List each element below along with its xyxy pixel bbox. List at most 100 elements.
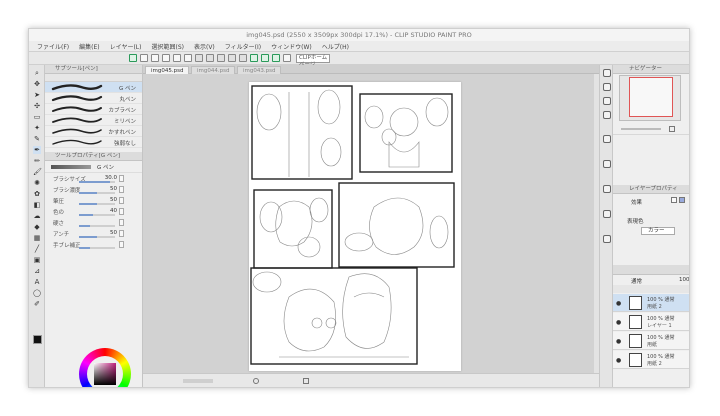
layer-blend-mode[interactable]: 通常	[631, 277, 642, 285]
save-icon[interactable]	[162, 54, 170, 62]
material-icon[interactable]	[603, 69, 611, 77]
property-spinner[interactable]	[119, 186, 124, 193]
operation-tool-icon[interactable]: ➤	[33, 91, 41, 99]
zoom-slider[interactable]	[183, 379, 213, 383]
navigator-icon[interactable]	[603, 135, 611, 143]
snap-ruler-icon[interactable]	[250, 54, 258, 62]
brush-item[interactable]: カブラペン	[45, 104, 142, 115]
tab-img045[interactable]: img045.psd	[145, 66, 190, 74]
property-slider[interactable]	[79, 181, 115, 183]
menu-selection[interactable]: 選択範囲(S)	[151, 42, 184, 51]
open-file-icon[interactable]	[151, 54, 159, 62]
invert-selection-icon[interactable]	[239, 54, 247, 62]
blend-tool-icon[interactable]: ☁	[33, 212, 41, 220]
deselect-icon[interactable]	[228, 54, 236, 62]
tab-img044[interactable]: img044.psd	[191, 66, 236, 74]
menu-filter[interactable]: フィルター(I)	[225, 42, 261, 51]
rotate-icon[interactable]	[303, 378, 309, 384]
layer-row[interactable]: ● 100 % 通常 用紙 2	[613, 294, 689, 312]
brush-item[interactable]: 丸ペン	[45, 93, 142, 104]
layer-opacity[interactable]: 100	[679, 277, 689, 283]
tab-img043[interactable]: img043.psd	[237, 66, 282, 74]
brush-tool-icon[interactable]: 🖌	[33, 168, 42, 176]
history-icon[interactable]	[603, 97, 611, 105]
manga-page[interactable]	[249, 82, 461, 371]
property-spinner[interactable]	[119, 219, 124, 226]
frame-tool-icon[interactable]: ▣	[33, 256, 41, 264]
command-bar: CLIPホームページ	[29, 52, 689, 68]
clear-icon[interactable]	[195, 54, 203, 62]
ruler-tool-icon[interactable]: ⊿	[33, 267, 41, 275]
gradient-tool-icon[interactable]: ▦	[33, 234, 41, 242]
clip-icon[interactable]	[129, 54, 137, 62]
property-slider[interactable]	[79, 203, 115, 205]
selection-tool-icon[interactable]: ▭	[33, 113, 41, 121]
property-slider[interactable]	[79, 192, 115, 194]
fit-view-icon[interactable]	[253, 378, 259, 384]
brush-item[interactable]: G ペン	[45, 82, 142, 93]
navigator-viewport[interactable]	[629, 77, 673, 117]
move-tool-icon[interactable]: ✥	[33, 80, 41, 88]
eye-icon[interactable]: ●	[616, 357, 621, 364]
figure-tool-icon[interactable]: ╱	[33, 245, 41, 253]
property-spinner[interactable]	[119, 208, 124, 215]
eye-icon[interactable]: ●	[616, 319, 621, 326]
transform-icon[interactable]	[206, 54, 214, 62]
correct-line-tool-icon[interactable]: ✐	[33, 300, 41, 308]
property-spinner[interactable]	[119, 175, 124, 182]
brush-item[interactable]: ミリペン	[45, 115, 142, 126]
move-layer-tool-icon[interactable]: ✣	[33, 102, 41, 110]
brush-item[interactable]: かすれペン	[45, 126, 142, 137]
snap-guide-icon[interactable]	[261, 54, 269, 62]
effect-toggles[interactable]	[671, 197, 687, 205]
auto-select-tool-icon[interactable]: ✦	[33, 124, 41, 132]
color-saturation-square[interactable]	[94, 363, 116, 385]
snap-grid-icon[interactable]	[272, 54, 280, 62]
zoom-tool-icon[interactable]: ⌕	[33, 69, 41, 77]
airbrush-tool-icon[interactable]: ✺	[33, 179, 41, 187]
layer-row[interactable]: ● 100 % 通常 用紙	[613, 332, 689, 350]
brush-item[interactable]: 強弱なし	[45, 137, 142, 148]
eye-icon[interactable]: ●	[616, 300, 621, 307]
new-file-icon[interactable]	[140, 54, 148, 62]
property-slider[interactable]	[79, 247, 115, 249]
animation-icon[interactable]	[603, 235, 611, 243]
main-color-swatch[interactable]	[33, 335, 42, 344]
balloon-tool-icon[interactable]: ◯	[33, 289, 41, 297]
layer-row[interactable]: ● 100 % 通常 用紙 2	[613, 351, 689, 369]
layer-row[interactable]: ● 100 % 通常 レイヤー 1	[613, 313, 689, 331]
decoration-tool-icon[interactable]: ✿	[33, 190, 41, 198]
property-slider[interactable]	[79, 236, 115, 238]
homepage-field[interactable]: CLIPホームページ	[296, 53, 330, 68]
menu-view[interactable]: 表示(V)	[194, 42, 215, 51]
zoom-in-icon[interactable]	[669, 126, 675, 132]
expression-color-select[interactable]: カラー	[641, 227, 675, 235]
menu-window[interactable]: ウィンドウ(W)	[271, 42, 312, 51]
layer-icon[interactable]	[603, 210, 611, 218]
pen-tool-icon[interactable]: ✒	[33, 146, 41, 154]
search-layer-icon[interactable]	[603, 185, 611, 193]
menu-file[interactable]: ファイル(F)	[37, 42, 69, 51]
sub-view-icon[interactable]	[603, 111, 611, 119]
menu-edit[interactable]: 編集(E)	[79, 42, 99, 51]
property-slider[interactable]	[79, 214, 115, 216]
property-slider[interactable]	[79, 225, 115, 227]
fill-icon[interactable]	[217, 54, 225, 62]
redo-icon[interactable]	[184, 54, 192, 62]
property-spinner[interactable]	[119, 230, 124, 237]
color-set-icon[interactable]	[603, 83, 611, 91]
menu-layer[interactable]: レイヤー(L)	[110, 42, 142, 51]
pencil-tool-icon[interactable]: ✏	[33, 157, 41, 165]
eyedropper-tool-icon[interactable]: ✎	[33, 135, 41, 143]
canvas-area[interactable]	[143, 74, 594, 373]
settings-icon[interactable]	[283, 54, 291, 62]
layer-property-icon[interactable]	[603, 160, 611, 168]
eye-icon[interactable]: ●	[616, 338, 621, 345]
fill-tool-icon[interactable]: ◆	[33, 223, 41, 231]
property-spinner[interactable]	[119, 197, 124, 204]
undo-icon[interactable]	[173, 54, 181, 62]
eraser-tool-icon[interactable]: ◧	[33, 201, 41, 209]
property-spinner[interactable]	[119, 241, 124, 248]
menu-help[interactable]: ヘルプ(H)	[322, 42, 349, 51]
text-tool-icon[interactable]: A	[33, 278, 41, 286]
